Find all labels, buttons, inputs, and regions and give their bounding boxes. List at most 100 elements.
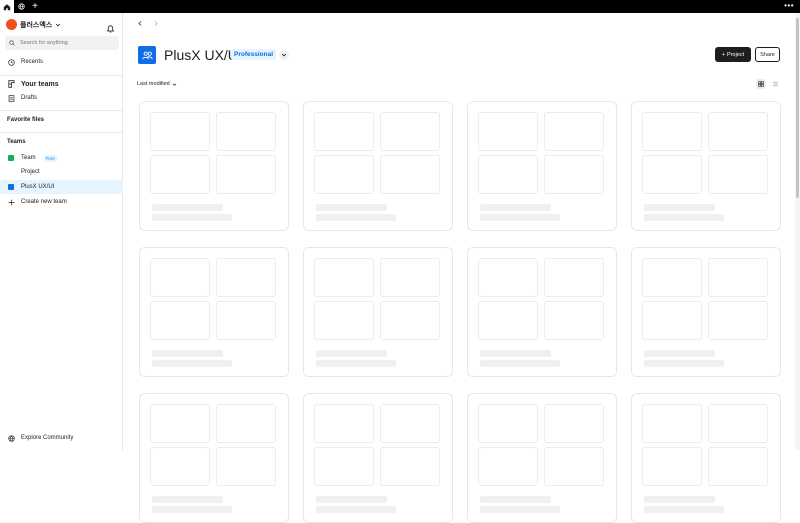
search-icon	[9, 40, 15, 46]
thumbnail-placeholder	[642, 447, 702, 486]
chevron-down-icon	[56, 23, 61, 26]
more-icon: •••	[784, 1, 794, 10]
title-skeleton	[644, 496, 715, 503]
project-card-placeholder	[139, 247, 289, 377]
team-color-icon	[8, 184, 14, 190]
sidebar-item-label: Team	[21, 155, 36, 161]
sidebar-item-label: Recents	[21, 59, 44, 65]
sidebar-divider	[0, 132, 122, 133]
thumbnail-placeholder	[642, 112, 702, 151]
thumbnail-placeholder	[314, 447, 374, 486]
thumbnail-placeholder	[708, 447, 768, 486]
scroll-thumb[interactable]	[796, 18, 799, 198]
title-skeleton	[152, 350, 223, 357]
subtitle-skeleton	[316, 506, 396, 513]
title-skeleton	[644, 350, 715, 357]
sidebar-item-your-teams[interactable]: Your teams	[0, 77, 123, 91]
thumbnail-placeholder	[380, 155, 440, 194]
thumbnail-placeholder	[314, 258, 374, 297]
sidebar-item-plusx[interactable]: PlusX UX/UI	[0, 180, 123, 194]
thumbnail-placeholder	[478, 447, 538, 486]
thumbnail-placeholder	[150, 155, 210, 194]
thumbnail-placeholder	[380, 301, 440, 340]
sidebar-item-label: PlusX UX/UI	[21, 184, 55, 190]
thumbnail-placeholder	[642, 258, 702, 297]
share-button[interactable]: Share	[755, 47, 780, 62]
new-project-button[interactable]: + Project	[715, 47, 751, 62]
thumbnail-placeholder	[380, 258, 440, 297]
subtitle-skeleton	[152, 360, 232, 367]
sidebar-item-label: Create new team	[21, 199, 67, 205]
team-people-icon	[141, 51, 153, 59]
team-avatar	[138, 46, 156, 64]
thumbnail-placeholder	[314, 404, 374, 443]
thumbnail-placeholder	[708, 112, 768, 151]
title-skeleton	[152, 204, 223, 211]
sidebar-divider	[0, 75, 122, 76]
share-label: Share	[760, 51, 775, 58]
search-input[interactable]	[20, 40, 110, 46]
thumbnail-placeholder	[478, 112, 538, 151]
thumbnail-placeholder	[708, 404, 768, 443]
project-card-placeholder	[631, 393, 781, 523]
grid-view-button[interactable]	[756, 79, 766, 89]
thumbnail-placeholder	[544, 404, 604, 443]
sidebar-item-label: Explore Community	[21, 435, 74, 441]
back-arrow-icon[interactable]	[137, 20, 143, 27]
sidebar-item-recents[interactable]: Recents	[0, 55, 123, 69]
thumbnail-placeholder	[642, 301, 702, 340]
thumbnail-placeholder	[478, 301, 538, 340]
explore-community-link[interactable]: Explore Community	[0, 431, 123, 445]
tab-strip: + •••	[0, 0, 800, 13]
new-project-label: Project	[727, 51, 745, 58]
thumbnail-placeholder	[478, 404, 538, 443]
plus-icon	[8, 199, 14, 205]
sort-dropdown[interactable]: Last modified	[137, 81, 177, 87]
thumbnail-placeholder	[150, 447, 210, 486]
search-bar[interactable]	[5, 36, 119, 50]
thumbnail-placeholder	[216, 112, 276, 151]
subtitle-skeleton	[152, 506, 232, 513]
community-tab[interactable]	[14, 0, 28, 13]
thumbnail-placeholder	[708, 155, 768, 194]
sidebar-item-project[interactable]: Project	[0, 165, 123, 179]
sidebar: 플러스엑스 Recents Your teams Drafts Favorite…	[0, 13, 123, 450]
thumbnail-placeholder	[478, 258, 538, 297]
thumbnail-placeholder	[314, 155, 374, 194]
sidebar-item-drafts[interactable]: Drafts	[0, 91, 123, 105]
forward-arrow-icon[interactable]	[153, 20, 159, 27]
subtitle-skeleton	[152, 214, 232, 221]
sidebar-item-label: Drafts	[21, 95, 38, 101]
account-switcher[interactable]: 플러스엑스	[6, 19, 61, 30]
more-menu-button[interactable]: •••	[784, 0, 794, 13]
thumbnail-placeholder	[642, 155, 702, 194]
clock-icon	[7, 58, 15, 66]
project-card-placeholder	[139, 393, 289, 523]
home-tab[interactable]	[0, 0, 14, 13]
bell-icon	[106, 25, 115, 33]
scrollbar[interactable]	[795, 13, 800, 450]
list-icon	[772, 81, 778, 87]
sidebar-item-team[interactable]: Team Free	[0, 151, 123, 165]
project-card-placeholder	[303, 393, 453, 523]
thumbnail-placeholder	[150, 112, 210, 151]
project-card-placeholder	[303, 101, 453, 231]
favorites-title: Favorite files	[7, 117, 45, 123]
team-options-button[interactable]	[279, 50, 289, 60]
title-skeleton	[644, 204, 715, 211]
main-content: PlusX UX/UI Professional + Project Share…	[123, 13, 795, 523]
plan-badge: Professional	[231, 49, 277, 60]
thumbnail-placeholder	[216, 447, 276, 486]
thumbnail-placeholder	[708, 258, 768, 297]
list-view-button[interactable]	[770, 79, 780, 89]
sidebar-item-label: Your teams	[21, 80, 59, 88]
project-card-placeholder	[467, 101, 617, 231]
grid-icon	[758, 81, 764, 87]
new-tab-button[interactable]: +	[28, 0, 42, 13]
globe-icon	[17, 3, 25, 10]
thumbnail-placeholder	[708, 301, 768, 340]
avatar	[6, 19, 17, 30]
thumbnail-placeholder	[314, 112, 374, 151]
title-skeleton	[480, 496, 551, 503]
create-team-button[interactable]: Create new team	[0, 195, 123, 209]
